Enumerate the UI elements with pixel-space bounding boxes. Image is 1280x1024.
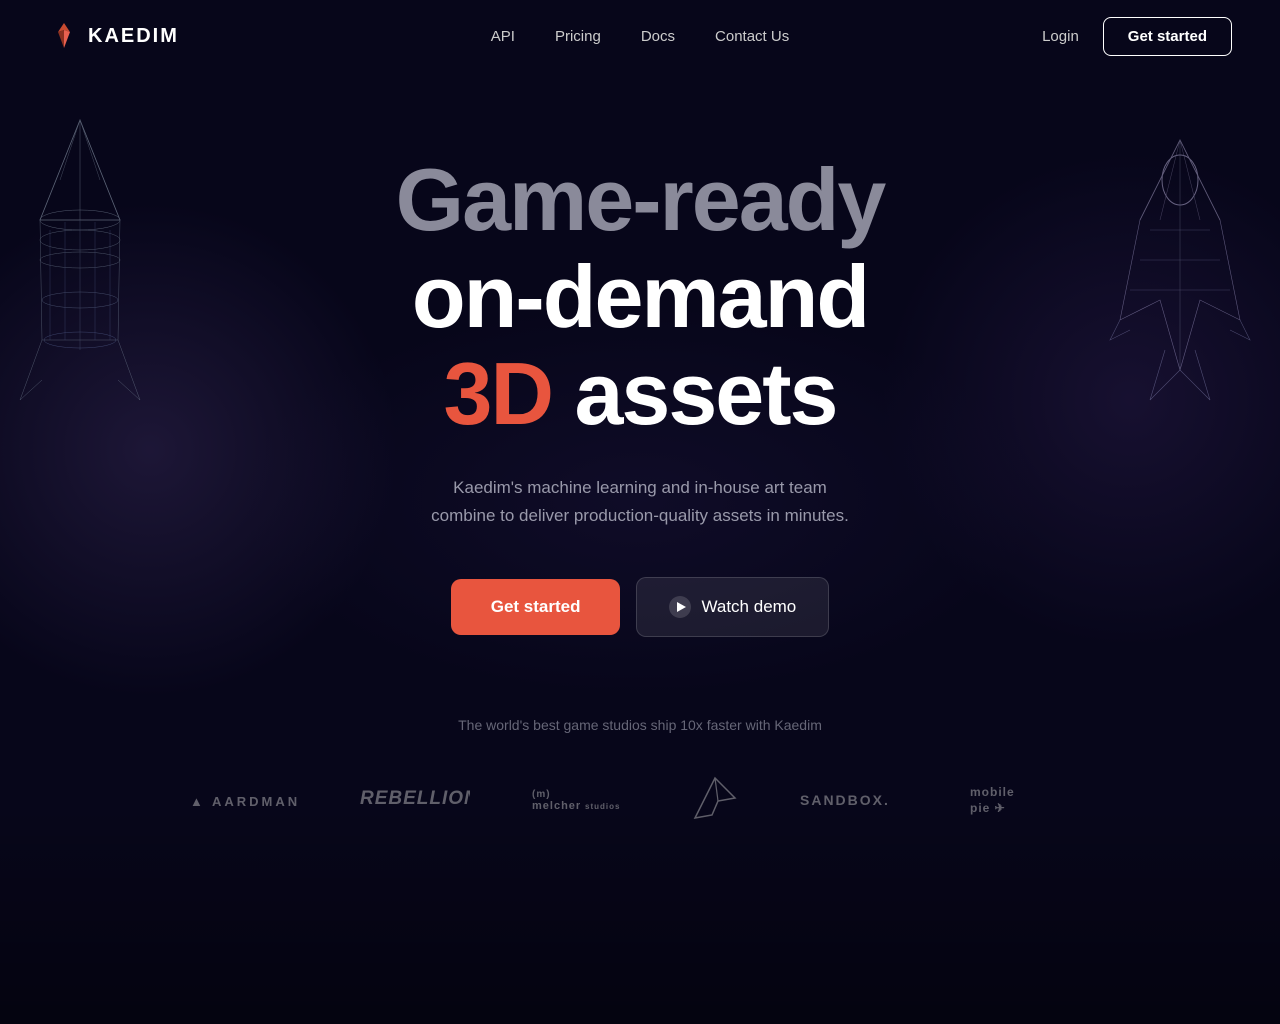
nav-get-started-button[interactable]: Get started — [1103, 17, 1232, 56]
svg-text:mobile: mobile — [970, 785, 1015, 799]
hero-get-started-button[interactable]: Get started — [451, 579, 621, 635]
hero-buttons: Get started Watch demo — [451, 577, 830, 637]
hero-subtitle: Kaedim's machine learning and in-house a… — [431, 474, 849, 528]
svg-text:(m): (m) — [532, 789, 551, 800]
hero-line3: 3D assets — [396, 346, 885, 443]
hero-subtitle-line2: combine to deliver production-quality as… — [431, 506, 849, 525]
hero-title: Game-ready on-demand 3D assets — [396, 152, 885, 442]
bottom-section — [0, 804, 1280, 1024]
logo[interactable]: KAEDIM — [48, 20, 179, 52]
nav-link-pricing[interactable]: Pricing — [555, 28, 601, 45]
logos-tagline: The world's best game studios ship 10x f… — [458, 717, 822, 733]
nav-link-api[interactable]: API — [491, 28, 515, 45]
nav-links: API Pricing Docs Contact Us — [491, 28, 789, 45]
nav-link-contact[interactable]: Contact Us — [715, 28, 789, 45]
logo-text: KAEDIM — [88, 25, 179, 48]
hero-subtitle-line1: Kaedim's machine learning and in-house a… — [453, 478, 827, 497]
play-triangle — [677, 602, 686, 612]
watch-demo-button[interactable]: Watch demo — [636, 577, 829, 637]
login-button[interactable]: Login — [1042, 28, 1079, 45]
hero-line1: Game-ready — [396, 152, 885, 249]
hero-section: Game-ready on-demand 3D assets Kaedim's … — [0, 72, 1280, 717]
hero-line2: on-demand — [396, 249, 885, 346]
nav-link-docs[interactable]: Docs — [641, 28, 675, 45]
watch-demo-label: Watch demo — [701, 597, 796, 617]
hero-assets-text: assets — [552, 344, 836, 443]
logo-icon — [48, 20, 80, 52]
navbar: KAEDIM API Pricing Docs Contact Us Login… — [0, 0, 1280, 72]
nav-actions: Login Get started — [1042, 17, 1232, 56]
hero-3d-text: 3D — [444, 344, 553, 443]
play-icon — [669, 596, 691, 618]
